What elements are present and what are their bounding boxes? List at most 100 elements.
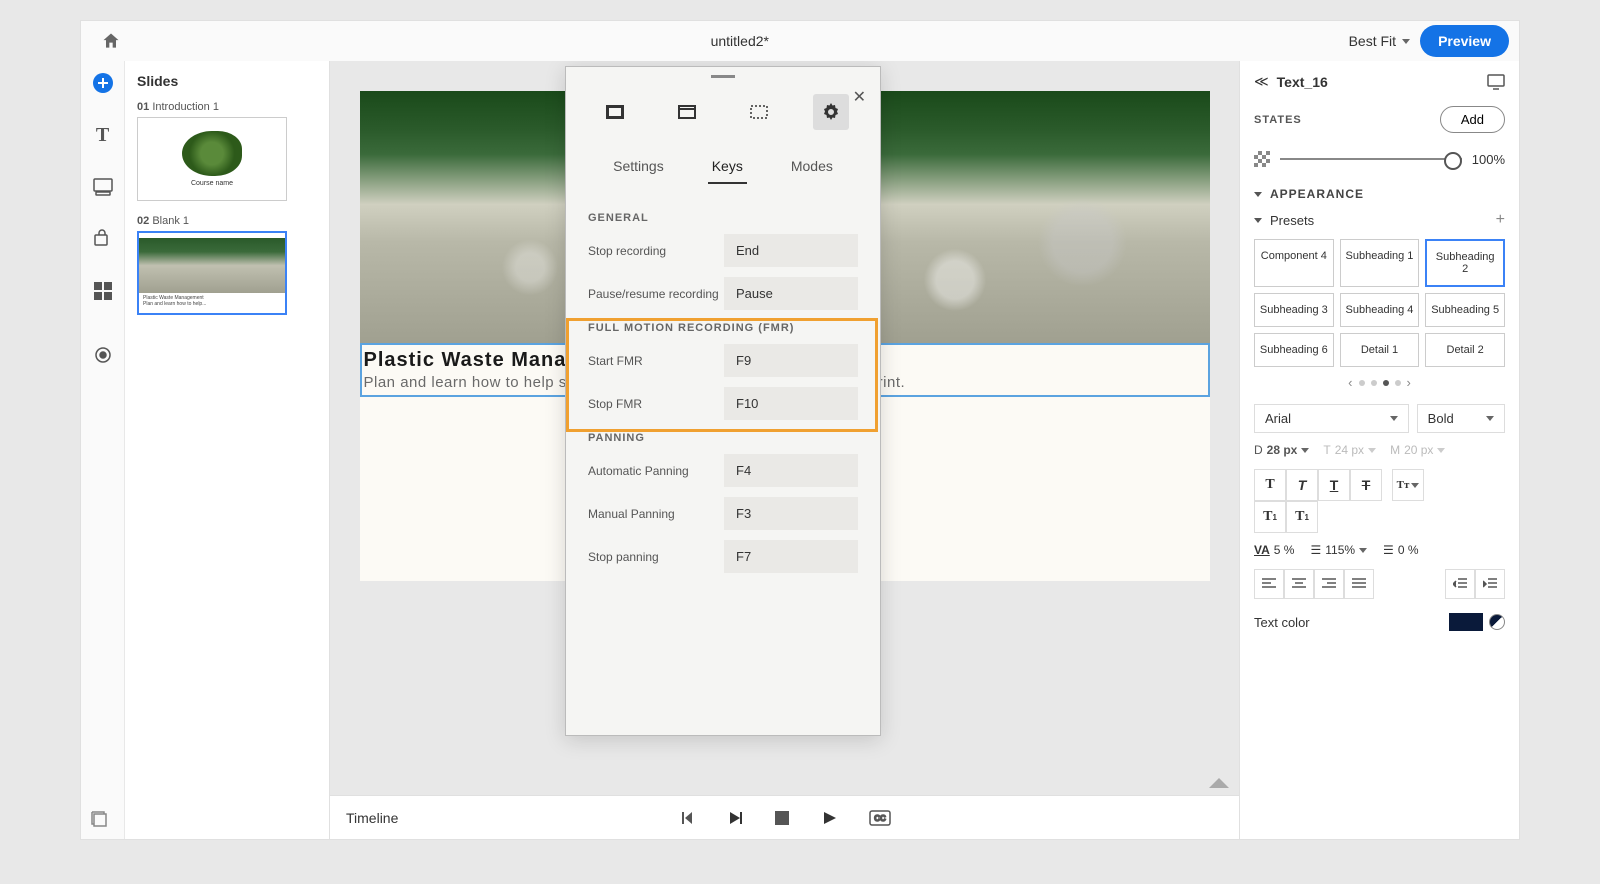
playback-controls: CC bbox=[679, 810, 891, 826]
mode-icons bbox=[566, 82, 880, 142]
props-header: ≪ Text_16 bbox=[1254, 73, 1505, 90]
preset-item[interactable]: Subheading 1 bbox=[1340, 239, 1420, 287]
pager-dot[interactable] bbox=[1371, 380, 1377, 386]
step-back-button[interactable] bbox=[679, 810, 695, 826]
preset-item[interactable]: Detail 2 bbox=[1425, 333, 1505, 367]
tab-settings[interactable]: Settings bbox=[609, 150, 668, 184]
collapse-icon[interactable]: ≪ bbox=[1254, 73, 1269, 90]
strikethrough-button[interactable]: T bbox=[1350, 469, 1382, 501]
key-row: Manual Panning bbox=[588, 497, 858, 530]
pager-dot[interactable] bbox=[1395, 380, 1401, 386]
preset-item[interactable]: Subheading 4 bbox=[1340, 293, 1420, 327]
key-row: Pause/resume recording bbox=[588, 277, 858, 310]
tab-modes[interactable]: Modes bbox=[787, 150, 837, 184]
states-label: STATES bbox=[1254, 114, 1302, 126]
key-input[interactable] bbox=[724, 234, 858, 267]
align-left-button[interactable] bbox=[1254, 569, 1284, 599]
key-label: Start FMR bbox=[588, 354, 643, 368]
align-right-button[interactable] bbox=[1314, 569, 1344, 599]
preset-item[interactable]: Subheading 5 bbox=[1425, 293, 1505, 327]
group-title: GENERAL bbox=[588, 212, 858, 224]
custom-area-icon[interactable] bbox=[741, 94, 777, 130]
preset-item-selected[interactable]: Subheading 2 bbox=[1425, 239, 1505, 287]
key-row: Stop recording bbox=[588, 234, 858, 267]
display-icon[interactable] bbox=[1487, 74, 1505, 90]
thumb-caption: Plastic Waste ManagementPlan and learn h… bbox=[139, 293, 210, 309]
slide-thumbnail-selected[interactable]: Plastic Waste ManagementPlan and learn h… bbox=[137, 231, 287, 315]
letter-spacing[interactable]: VA 5 % bbox=[1254, 543, 1294, 557]
pager-dot[interactable] bbox=[1383, 380, 1389, 386]
mobile-size[interactable]: M 20 px bbox=[1390, 443, 1445, 457]
align-center-button[interactable] bbox=[1284, 569, 1314, 599]
key-input[interactable] bbox=[724, 277, 858, 310]
screen-area-icon[interactable] bbox=[597, 94, 633, 130]
section-header[interactable]: APPEARANCE bbox=[1254, 187, 1505, 201]
superscript-button[interactable]: T1 bbox=[1254, 501, 1286, 533]
desktop-size[interactable]: D 28 px bbox=[1254, 443, 1309, 457]
preview-button[interactable]: Preview bbox=[1420, 25, 1509, 57]
slide-item[interactable]: 02 Blank 1 Plastic Waste ManagementPlan … bbox=[137, 215, 317, 315]
paragraph-spacing[interactable]: ☰ 0 % bbox=[1383, 543, 1418, 557]
window-icon[interactable] bbox=[669, 94, 705, 130]
italic-button[interactable]: T bbox=[1286, 469, 1318, 501]
key-input[interactable] bbox=[724, 540, 858, 573]
key-input[interactable] bbox=[724, 497, 858, 530]
indent-button[interactable] bbox=[1475, 569, 1505, 599]
play-forward-button[interactable] bbox=[821, 810, 837, 826]
align-justify-button[interactable] bbox=[1344, 569, 1374, 599]
gradient-icon[interactable] bbox=[1489, 614, 1505, 630]
preset-item[interactable]: Subheading 3 bbox=[1254, 293, 1334, 327]
preset-item[interactable]: Component 4 bbox=[1254, 239, 1334, 287]
key-input[interactable] bbox=[724, 387, 858, 420]
size-row: D 28 px T 24 px M 20 px bbox=[1254, 443, 1505, 457]
settings-icon[interactable] bbox=[813, 94, 849, 130]
add-tool[interactable] bbox=[89, 69, 117, 97]
pager-dot[interactable] bbox=[1359, 380, 1365, 386]
add-preset-button[interactable]: + bbox=[1496, 211, 1505, 229]
close-button[interactable]: ✕ bbox=[853, 87, 866, 107]
case-button[interactable]: Tᴛ bbox=[1392, 469, 1424, 501]
align-row bbox=[1254, 569, 1505, 599]
font-family-select[interactable]: Arial bbox=[1254, 404, 1409, 433]
slide-item[interactable]: 01 Introduction 1 Course name bbox=[137, 101, 317, 201]
app-window: untitled2* Best Fit Preview T bbox=[80, 20, 1520, 840]
states-section: STATES Add bbox=[1254, 106, 1505, 133]
underline-button[interactable]: T bbox=[1318, 469, 1350, 501]
add-state-button[interactable]: Add bbox=[1440, 106, 1505, 133]
pager-next[interactable]: › bbox=[1407, 375, 1411, 390]
tablet-size[interactable]: T 24 px bbox=[1323, 443, 1376, 457]
drag-handle[interactable] bbox=[711, 75, 735, 78]
opacity-slider[interactable] bbox=[1280, 158, 1462, 160]
record-tool[interactable] bbox=[89, 341, 117, 369]
key-input[interactable] bbox=[724, 454, 858, 487]
pager-prev[interactable]: ‹ bbox=[1348, 375, 1352, 390]
library-tool[interactable] bbox=[91, 811, 109, 829]
line-height[interactable]: ☰ 115% bbox=[1310, 543, 1367, 557]
cc-button[interactable]: CC bbox=[869, 810, 891, 826]
bold-button[interactable]: T bbox=[1254, 469, 1286, 501]
preset-item[interactable]: Detail 1 bbox=[1340, 333, 1420, 367]
titlebar: untitled2* Best Fit Preview bbox=[81, 21, 1519, 61]
outdent-button[interactable] bbox=[1445, 569, 1475, 599]
document-title: untitled2* bbox=[131, 33, 1349, 49]
key-input[interactable] bbox=[724, 344, 858, 377]
text-color-swatch[interactable] bbox=[1449, 613, 1483, 631]
text-tool[interactable]: T bbox=[89, 121, 117, 149]
slide-thumbnail[interactable]: Course name bbox=[137, 117, 287, 201]
play-button[interactable] bbox=[727, 810, 743, 826]
font-weight-select[interactable]: Bold bbox=[1417, 404, 1505, 433]
tab-keys[interactable]: Keys bbox=[708, 150, 747, 184]
interaction-tool[interactable] bbox=[89, 225, 117, 253]
home-button[interactable] bbox=[91, 21, 131, 61]
media-tool[interactable] bbox=[89, 173, 117, 201]
zoom-select[interactable]: Best Fit bbox=[1349, 33, 1410, 49]
stop-button[interactable] bbox=[775, 811, 789, 825]
timeline-expand[interactable] bbox=[1209, 778, 1229, 788]
widgets-tool[interactable] bbox=[89, 277, 117, 305]
preset-item[interactable]: Subheading 6 bbox=[1254, 333, 1334, 367]
key-label: Stop recording bbox=[588, 244, 666, 258]
key-label: Pause/resume recording bbox=[588, 287, 719, 301]
subscript-button[interactable]: T1 bbox=[1286, 501, 1318, 533]
key-row: Start FMR bbox=[588, 344, 858, 377]
timeline-label: Timeline bbox=[346, 810, 398, 826]
